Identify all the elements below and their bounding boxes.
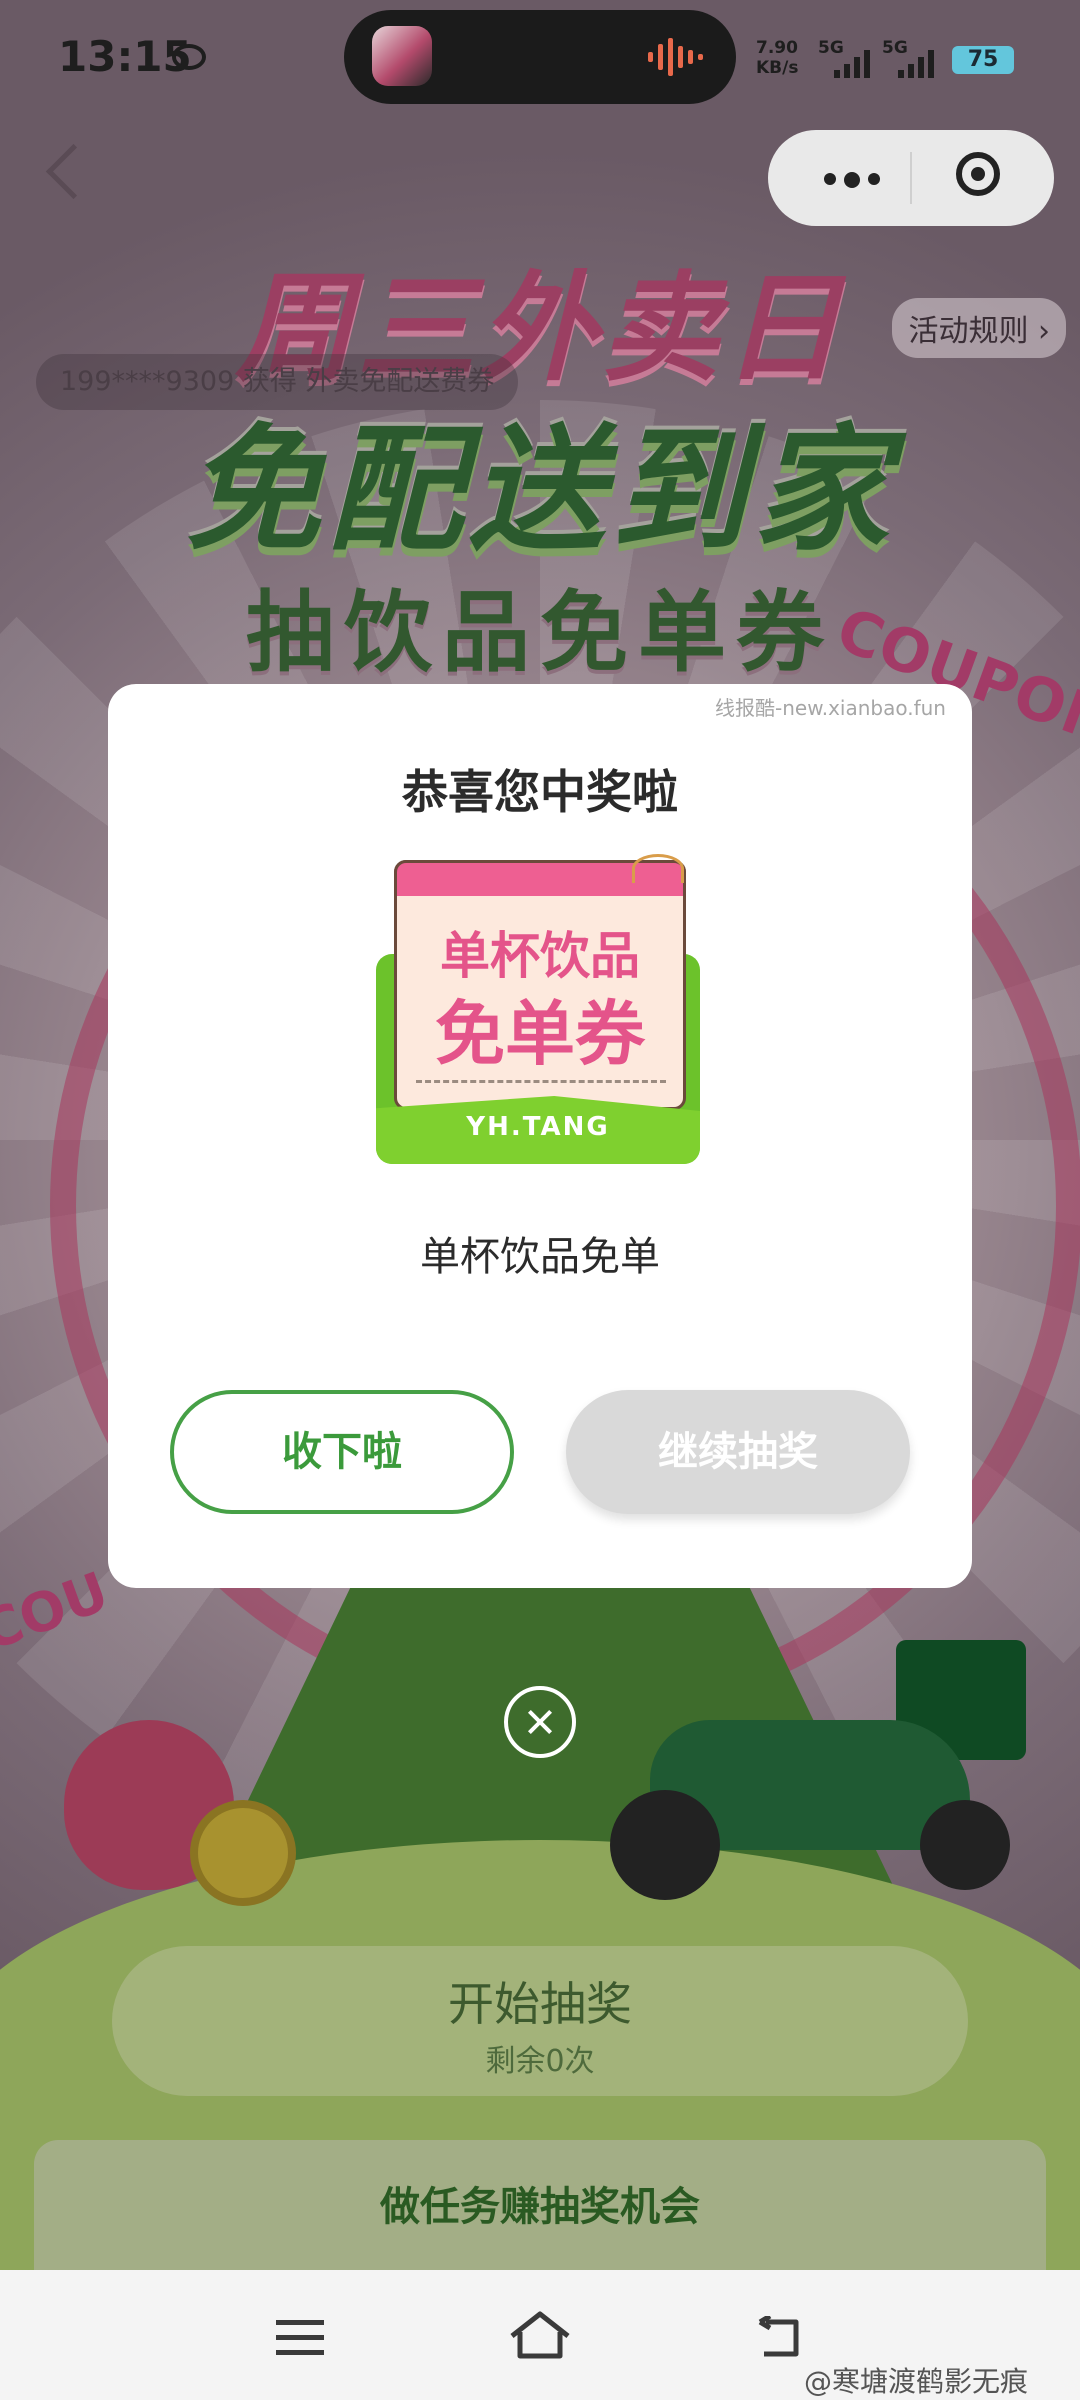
back-arrow-icon[interactable]: [45, 143, 102, 200]
ticket-line2: 免单券: [435, 993, 645, 1075]
close-miniprogram-icon[interactable]: [956, 152, 1000, 196]
signal-icon: [834, 50, 870, 78]
task-panel-title: 做任务赚抽奖机会: [380, 2184, 700, 2230]
continue-draw-button[interactable]: 继续抽奖: [566, 1390, 910, 1514]
coupon-ticket-image: 单杯饮品 免单券 YH.TANG: [376, 854, 704, 1164]
activity-rules-link[interactable]: 活动规则 ›: [892, 298, 1066, 358]
capsule-divider: [910, 152, 912, 204]
menu-icon[interactable]: [276, 2320, 324, 2355]
back-icon[interactable]: [756, 2316, 806, 2360]
binder-ring-icon: [632, 854, 684, 883]
dynamic-island: [344, 10, 736, 104]
signal-icon-2: [898, 50, 934, 78]
media-thumbnail: [372, 26, 432, 86]
winner-ticker: 199****9309 获得 外卖免配送费券: [36, 354, 519, 410]
prize-name: 单杯饮品免单: [420, 1234, 660, 1280]
network-speed: 7.90 KB/s: [756, 38, 799, 78]
home-icon[interactable]: [508, 2310, 572, 2360]
close-dialog-icon[interactable]: [504, 1686, 576, 1758]
delivery-scooter-icon: [610, 1640, 1030, 1900]
dialog-title: 恭喜您中奖啦: [402, 765, 678, 819]
weibo-icon: [172, 44, 206, 70]
ticket-brand: YH.TANG: [466, 1112, 610, 1142]
system-nav-bar: @寒塘渡鹤影无痕: [0, 2270, 1080, 2400]
battery-indicator: 75: [952, 46, 1014, 74]
weibo-handle: @寒塘渡鹤影无痕: [804, 2365, 1029, 2398]
coin-icon: [190, 1800, 296, 1906]
task-panel[interactable]: 做任务赚抽奖机会: [34, 2140, 1046, 2270]
prize-dialog: 线报酷-new.xianbao.fun 恭喜您中奖啦 单杯饮品 免单券 YH.T…: [108, 684, 972, 1588]
more-options-icon[interactable]: [824, 170, 888, 189]
accept-button[interactable]: 收下啦: [170, 1390, 514, 1514]
draw-remaining-count: 剩余0次: [485, 2044, 595, 2079]
start-draw-label: 开始抽奖: [448, 1977, 632, 2031]
audio-wave-icon: [648, 38, 703, 76]
start-draw-button[interactable]: 开始抽奖 剩余0次: [112, 1946, 968, 2096]
watermark: 线报酷-new.xianbao.fun: [715, 696, 946, 720]
mini-program-capsule: [768, 130, 1054, 226]
status-bar: 13:15 7.90 KB/s 5G 5G 75: [0, 0, 1080, 120]
